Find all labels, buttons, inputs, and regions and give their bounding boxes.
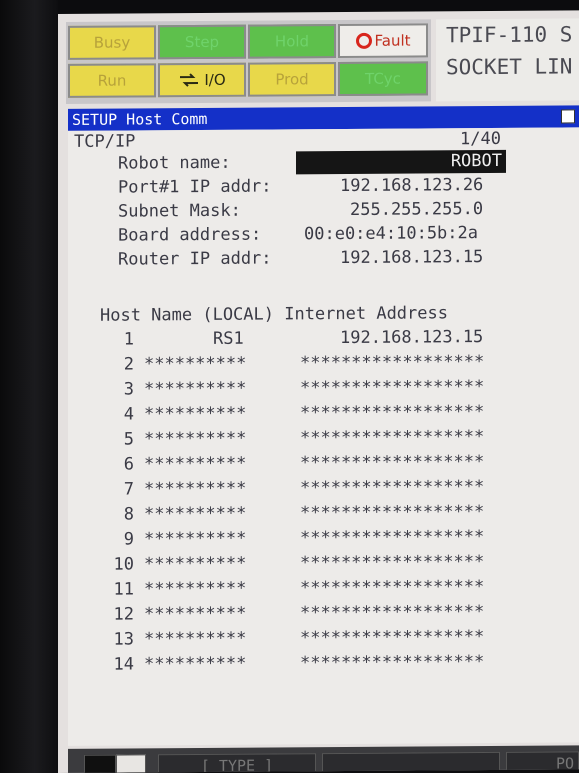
host-internet-address[interactable]: ******************: [300, 451, 484, 474]
host-name[interactable]: **********: [144, 378, 246, 401]
host-row-number: 5: [123, 429, 134, 450]
status-lamp-label: Fault: [374, 31, 411, 50]
status-lamp-label: TCyc: [365, 69, 401, 88]
host-name[interactable]: **********: [144, 528, 246, 551]
host-row-number: 2: [123, 354, 134, 375]
host-name[interactable]: **********: [144, 553, 246, 576]
status-lamp-io: I/O: [158, 62, 246, 98]
host-row-number: 12: [113, 604, 134, 625]
host-name[interactable]: **********: [144, 503, 246, 526]
host-row-number: 6: [123, 454, 134, 475]
host-internet-address[interactable]: ******************: [300, 626, 484, 649]
host-name[interactable]: **********: [144, 403, 246, 426]
host-internet-address[interactable]: ******************: [300, 401, 484, 424]
window-title: SETUP Host Comm: [72, 109, 208, 129]
host-name[interactable]: **********: [144, 353, 246, 376]
host-row-number: 3: [123, 379, 134, 400]
setup-host-comm-content: TCP/IP 1/40 Robot name: ROBOT Port#1 IP …: [68, 127, 579, 746]
host-internet-address[interactable]: ******************: [300, 351, 484, 374]
host-name[interactable]: **********: [144, 453, 246, 476]
subnet-mask-label: Subnet Mask:: [118, 200, 241, 222]
maximize-icon[interactable]: [561, 109, 575, 124]
host-name[interactable]: RS1: [213, 328, 244, 350]
status-lamp-busy: Busy: [68, 25, 156, 60]
pendant-screen: Busy Step Hold Fault Run I/O Prod TCyc T…: [58, 10, 579, 773]
status-lamp-label: Run: [97, 71, 127, 90]
status-lamp-tcyc: TCyc: [338, 61, 428, 97]
status-lamp-label: Hold: [274, 32, 310, 51]
host-name[interactable]: **********: [144, 578, 246, 601]
fkey-label: [ TYPE ]: [200, 756, 274, 773]
fkey-label: PO: [555, 754, 574, 773]
host-name[interactable]: **********: [144, 628, 246, 651]
host-internet-address[interactable]: ******************: [300, 426, 484, 449]
host-row-number: 4: [123, 404, 134, 425]
robot-name-value: ROBOT: [450, 150, 502, 172]
program-name: TPIF-110 S: [446, 22, 573, 48]
board-address-label: Board address:: [118, 224, 262, 246]
host-table-header: Host Name (LOCAL) Internet Address: [100, 303, 448, 326]
status-lamp-label: Busy: [93, 33, 131, 52]
status-lamp-prod: Prod: [248, 62, 336, 97]
host-internet-address[interactable]: ******************: [300, 601, 484, 624]
host-row-number: 8: [123, 504, 134, 525]
host-internet-address[interactable]: ******************: [300, 651, 484, 674]
port1-ip-value[interactable]: 192.168.123.26: [340, 174, 483, 197]
function-key-bar: [ TYPE ] PO: [68, 745, 579, 773]
host-row-number: 10: [113, 554, 134, 575]
f4-key[interactable]: PO: [506, 751, 579, 773]
host-row-number: 13: [113, 629, 134, 650]
host-row-number: 9: [123, 529, 134, 550]
status-lamp-label: Step: [184, 32, 220, 52]
host-internet-address[interactable]: ******************: [300, 376, 484, 399]
f1-key[interactable]: [84, 754, 116, 773]
host-internet-address[interactable]: 192.168.123.15: [340, 326, 483, 349]
board-address-value[interactable]: 00:e0:e4:10:5b:2a: [304, 222, 478, 245]
host-name[interactable]: **********: [144, 603, 246, 626]
host-row-number: 1: [123, 329, 134, 350]
f1-key-indicator: [116, 754, 146, 773]
program-line-status: SOCKET LIN: [446, 54, 573, 80]
host-internet-address[interactable]: ******************: [300, 576, 484, 599]
router-ip-label: Router IP addr:: [118, 248, 272, 270]
program-info-panel: TPIF-110 S SOCKET LIN: [436, 18, 579, 102]
subnet-mask-value[interactable]: 255.255.255.0: [350, 198, 483, 221]
host-row-number: 7: [123, 479, 134, 500]
f3-key[interactable]: [322, 751, 500, 773]
status-lamp-fault: Fault: [338, 23, 428, 59]
host-internet-address[interactable]: ******************: [300, 551, 484, 574]
section-label: TCP/IP: [74, 131, 136, 152]
type-key[interactable]: [ TYPE ]: [158, 753, 316, 773]
status-panel: Busy Step Hold Fault Run I/O Prod TCyc: [66, 19, 431, 104]
router-ip-value[interactable]: 192.168.123.15: [340, 246, 483, 269]
host-name[interactable]: **********: [144, 653, 246, 676]
fault-indicator-icon: [355, 32, 372, 49]
host-internet-address[interactable]: ******************: [300, 476, 484, 499]
robot-name-field[interactable]: ROBOT: [296, 149, 506, 175]
status-lamp-hold: Hold: [248, 24, 336, 59]
status-lamp-label: Prod: [275, 70, 309, 89]
io-enabled-icon: [180, 73, 199, 87]
host-name[interactable]: **********: [144, 428, 246, 451]
teach-pendant-bezel-left: [0, 0, 58, 773]
port1-ip-label: Port#1 IP addr:: [118, 176, 272, 198]
status-lamp-step: Step: [158, 24, 246, 60]
host-internet-address[interactable]: ******************: [300, 526, 484, 549]
status-lamp-run: Run: [68, 63, 156, 98]
host-name[interactable]: **********: [144, 478, 246, 501]
host-internet-address[interactable]: ******************: [300, 501, 484, 524]
status-lamp-label: I/O: [204, 70, 226, 89]
page-indicator: 1/40: [460, 128, 501, 150]
host-row-number: 11: [113, 579, 134, 600]
robot-name-label: Robot name:: [118, 152, 231, 174]
host-row-number: 14: [113, 654, 134, 675]
